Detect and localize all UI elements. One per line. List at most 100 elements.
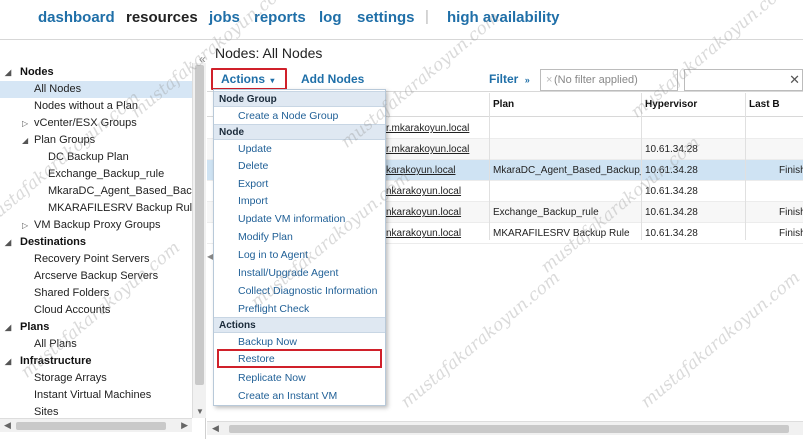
plan-cell: MKARAFILESRV Backup Rule — [493, 228, 630, 239]
tree-item-all-nodes[interactable]: All Nodes — [0, 81, 192, 98]
tree-item-label: All Nodes — [34, 83, 82, 95]
nav-high-availability[interactable]: high availability — [447, 9, 560, 26]
scroll-left-icon[interactable]: ◀ — [212, 423, 219, 434]
menu-item-preflight-check[interactable]: Preflight Check — [238, 301, 309, 318]
tree-item-label: Recovery Point Servers — [34, 253, 150, 265]
tree-item-vcenter-esx-groups[interactable]: ▷ vCenter/ESX Groups — [0, 115, 192, 132]
filter-button[interactable]: Filter » — [489, 72, 530, 86]
nav-log[interactable]: log — [319, 9, 342, 26]
tree-item-sites[interactable]: Sites — [0, 404, 192, 418]
menu-item-log-in-to-agent[interactable]: Log in to Agent — [238, 247, 308, 264]
menu-item-update-vm-information[interactable]: Update VM information — [238, 211, 345, 228]
tree-item-label: All Plans — [34, 338, 77, 350]
navigation-tree: ◢ Nodes All Nodes Nodes without a Plan ▷… — [0, 63, 192, 418]
menu-item-delete[interactable]: Delete — [238, 158, 268, 175]
scrollbar-thumb[interactable] — [195, 65, 204, 385]
tree-section-label: Plans — [20, 321, 50, 333]
filter-field[interactable]: × (No filter applied) — [540, 69, 678, 91]
node-name-cell[interactable]: nkarakoyun.local — [382, 223, 489, 244]
last-backup-cell: Finish — [779, 165, 803, 176]
menu-item-export[interactable]: Export — [238, 176, 268, 193]
nav-separator: | — [425, 8, 429, 25]
nav-reports[interactable]: reports — [254, 9, 306, 26]
tree-item-vm-backup-proxy-groups[interactable]: ▷ VM Backup Proxy Groups — [0, 217, 192, 234]
tree-item-dc-backup-plan[interactable]: DC Backup Plan — [0, 149, 192, 166]
scroll-left-icon[interactable]: ◀ — [4, 420, 11, 431]
plan-cell: Exchange_Backup_rule — [493, 207, 599, 218]
menu-item-modify-plan[interactable]: Modify Plan — [238, 229, 293, 246]
menu-item-import[interactable]: Import — [238, 193, 268, 210]
column-header-plan[interactable]: Plan — [489, 93, 641, 117]
node-name-cell[interactable]: nkarakoyun.local — [382, 181, 489, 202]
tree-item-storage-arrays[interactable]: Storage Arrays — [0, 370, 192, 387]
scroll-right-icon[interactable]: ▶ — [181, 420, 188, 431]
nav-jobs[interactable]: jobs — [209, 9, 240, 26]
tree-section-plans[interactable]: ◢ Plans — [0, 319, 192, 336]
tree-item-label: Nodes without a Plan — [34, 100, 138, 112]
menu-item-create-instant-vm[interactable]: Create an Instant VM — [238, 388, 337, 405]
last-backup-cell: Finish — [779, 228, 803, 239]
expand-triangle-icon[interactable]: ▷ — [22, 115, 28, 132]
node-name-cell[interactable]: karakoyun.local — [382, 160, 489, 181]
collapse-triangle-icon[interactable]: ◢ — [5, 64, 11, 81]
node-name-cell[interactable]: r.mkarakoyun.local — [382, 139, 489, 160]
menu-item-create-node-group[interactable]: Create a Node Group — [238, 108, 338, 125]
column-header-last-backup[interactable]: Last B — [745, 93, 803, 117]
menu-group-header-actions: Actions — [214, 317, 385, 333]
tree-item-cloud-accounts[interactable]: Cloud Accounts — [0, 302, 192, 319]
column-divider — [489, 93, 490, 240]
tree-item-recovery-point-servers[interactable]: Recovery Point Servers — [0, 251, 192, 268]
actions-label: Actions — [221, 72, 266, 86]
scrollbar-thumb[interactable] — [16, 422, 166, 430]
column-divider — [745, 93, 746, 240]
tree-item-arcserve-backup-servers[interactable]: Arcserve Backup Servers — [0, 268, 192, 285]
actions-dropdown-button[interactable]: Actions ▾ — [211, 68, 287, 90]
scroll-down-icon[interactable]: ▼ — [196, 407, 204, 416]
menu-item-update[interactable]: Update — [238, 141, 272, 158]
table-horizontal-scrollbar[interactable]: ◀ — [207, 421, 803, 435]
filter-placeholder: (No filter applied) — [554, 74, 638, 86]
plan-cell: MkaraDC_Agent_Based_Backup_ — [493, 165, 641, 176]
node-name-cell[interactable]: r.mkarakoyun.local — [382, 118, 489, 139]
tree-item-label: VM Backup Proxy Groups — [34, 219, 161, 231]
tree-item-mkarafilesrv-backup-rule[interactable]: MKARAFILESRV Backup Rule — [0, 200, 192, 217]
menu-item-replicate-now[interactable]: Replicate Now — [238, 370, 306, 387]
tree-item-exchange-backup-rule[interactable]: Exchange_Backup_rule — [0, 166, 192, 183]
tree-vertical-scrollbar[interactable]: ▼ — [192, 63, 206, 418]
close-icon[interactable]: ✕ — [789, 72, 800, 88]
tree-item-label: Sites — [34, 406, 59, 418]
nav-settings[interactable]: settings — [357, 9, 415, 26]
nav-dashboard[interactable]: dashboard — [38, 9, 115, 26]
clear-filter-icon[interactable]: × — [546, 70, 552, 90]
collapse-triangle-icon[interactable]: ◢ — [5, 353, 11, 370]
tree-item-instant-virtual-machines[interactable]: Instant Virtual Machines — [0, 387, 192, 404]
search-input[interactable]: ✕ — [684, 69, 803, 91]
tree-item-nodes-without-plan[interactable]: Nodes without a Plan — [0, 98, 192, 115]
menu-group-header-node: Node — [214, 124, 385, 140]
collapse-triangle-icon[interactable]: ◢ — [22, 132, 28, 149]
node-name-cell[interactable]: nkarakoyun.local — [382, 202, 489, 223]
column-header-hypervisor[interactable]: Hypervisor — [641, 93, 745, 117]
menu-item-install-upgrade-agent[interactable]: Install/Upgrade Agent — [238, 265, 338, 282]
menu-item-collect-diagnostic-information[interactable]: Collect Diagnostic Information — [238, 283, 377, 300]
last-backup-cell: Finish — [779, 207, 803, 218]
tree-item-all-plans[interactable]: All Plans — [0, 336, 192, 353]
tree-section-destinations[interactable]: ◢ Destinations — [0, 234, 192, 251]
tree-item-shared-folders[interactable]: Shared Folders — [0, 285, 192, 302]
menu-item-restore[interactable]: Restore — [238, 351, 275, 368]
tree-item-label: MKARAFILESRV Backup Rule — [48, 202, 192, 214]
scrollbar-thumb[interactable] — [229, 425, 789, 433]
tree-section-nodes[interactable]: ◢ Nodes — [0, 64, 192, 81]
hypervisor-cell: 10.61.34.28 — [645, 165, 698, 176]
collapse-triangle-icon[interactable]: ◢ — [5, 319, 11, 336]
tree-item-plan-groups[interactable]: ◢ Plan Groups — [0, 132, 192, 149]
caret-down-icon: ▾ — [270, 76, 275, 85]
tree-horizontal-scrollbar[interactable]: ◀ ▶ — [0, 418, 192, 432]
page-title: Nodes: All Nodes — [215, 45, 323, 61]
tree-item-mkaradc-agent-plan[interactable]: MkaraDC_Agent_Based_Backup_ — [0, 183, 192, 200]
tree-section-infrastructure[interactable]: ◢ Infrastructure — [0, 353, 192, 370]
add-nodes-button[interactable]: Add Nodes — [301, 72, 364, 86]
collapse-triangle-icon[interactable]: ◢ — [5, 234, 11, 251]
expand-triangle-icon[interactable]: ▷ — [22, 217, 28, 234]
nav-resources[interactable]: resources — [126, 9, 198, 26]
